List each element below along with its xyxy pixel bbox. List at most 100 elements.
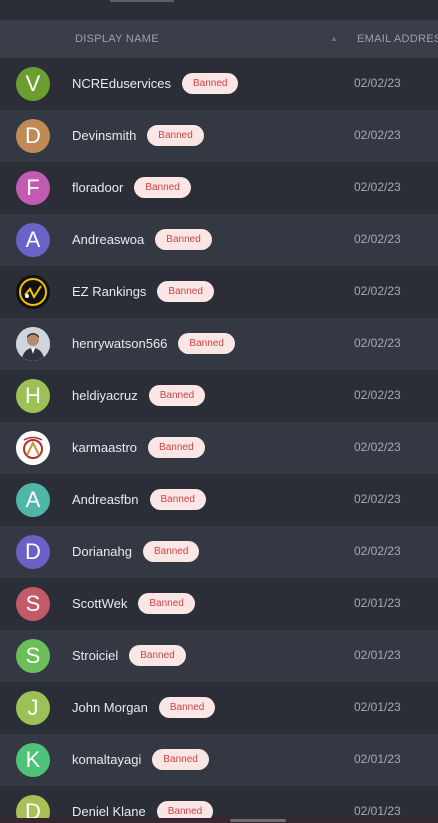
date-cell: 02/02/23 (354, 284, 401, 298)
display-name[interactable]: Andreasfbn (72, 492, 139, 507)
table-row[interactable]: henrywatson566 Banned 02/02/23 (0, 318, 438, 370)
horizontal-scrollbar[interactable] (0, 818, 438, 823)
name-cell: Stroiciel Banned (72, 645, 186, 666)
status-badge: Banned (149, 489, 206, 510)
ez-rankings-logo-icon (16, 275, 50, 309)
date-cell: 02/02/23 (354, 232, 401, 246)
name-cell: Devinsmith Banned (72, 125, 204, 146)
astrology-logo-icon (16, 431, 50, 465)
status-badge: Banned (129, 645, 186, 666)
status-badge: Banned (157, 281, 214, 302)
display-name[interactable]: John Morgan (72, 700, 148, 715)
status-badge: Banned (155, 229, 212, 250)
name-cell: Andreaswoa Banned (72, 229, 212, 250)
table-row[interactable]: EZ Rankings Banned 02/02/23 (0, 266, 438, 318)
avatar: A (16, 223, 50, 257)
avatar: V (16, 67, 50, 101)
name-cell: John Morgan Banned (72, 697, 216, 718)
avatar-initial: H (25, 383, 41, 408)
display-name[interactable]: heldiyacruz (72, 388, 138, 403)
avatar: S (16, 639, 50, 673)
display-name[interactable]: Devinsmith (72, 128, 136, 143)
display-name[interactable]: Dorianahg (72, 544, 132, 559)
display-name[interactable]: NCREduservices (72, 76, 171, 91)
name-cell: NCREduservices Banned (72, 73, 239, 94)
table-row[interactable]: Ffloradoor Banned 02/02/23 (0, 162, 438, 214)
status-badge: Banned (158, 697, 216, 718)
date-cell: 02/02/23 (354, 440, 401, 454)
name-cell: henrywatson566 Banned (72, 333, 235, 354)
name-cell: komaltayagi Banned (72, 749, 209, 770)
table-row[interactable]: A Andreasfbn Banned 02/02/23 (0, 474, 438, 526)
table-row[interactable]: S ScottWek Banned 02/01/23 (0, 578, 438, 630)
table-row[interactable]: Hheldiyacruz Banned 02/02/23 (0, 370, 438, 422)
avatar-initial: A (25, 487, 41, 512)
avatar-initial: K (25, 747, 41, 772)
display-name[interactable]: Stroiciel (72, 648, 118, 663)
avatar: S (16, 587, 50, 621)
date-cell: 02/02/23 (354, 180, 401, 194)
table-body: V NCREduservices Banned 02/02/23 D Devinsmith… (0, 58, 438, 823)
table-row[interactable]: D Devinsmith Banned 02/02/23 (0, 110, 438, 162)
avatar-initial: A (25, 227, 41, 252)
avatar: J (16, 691, 50, 725)
name-cell: heldiyacruz Banned (72, 385, 206, 406)
top-strip (0, 0, 438, 20)
name-cell: floradoor Banned (72, 177, 191, 198)
sort-up-icon[interactable]: ▲ (330, 34, 338, 43)
scrollbar-thumb[interactable] (230, 819, 286, 822)
display-name[interactable]: karmaastro (72, 440, 137, 455)
name-cell: Dorianahg Banned (72, 541, 200, 562)
column-header-email-address[interactable]: EMAIL ADDRES (357, 33, 438, 45)
avatar: D (16, 535, 50, 569)
status-badge: Banned (138, 593, 195, 614)
status-badge: Banned (134, 177, 191, 198)
table-row[interactable]: S Stroiciel Banned 02/01/23 (0, 630, 438, 682)
column-header-display-name[interactable]: DISPLAY NAME (75, 33, 159, 45)
status-badge: Banned (143, 541, 200, 562)
display-name[interactable]: floradoor (72, 180, 123, 195)
status-badge: Banned (178, 333, 235, 354)
avatar: K (16, 743, 50, 777)
name-cell: karmaastro Banned (72, 437, 205, 458)
table-row[interactable]: D Dorianahg Banned 02/02/23 (0, 526, 438, 578)
display-name[interactable]: komaltayagi (72, 752, 141, 767)
users-table-panel: DISPLAY NAME ▲ EMAIL ADDRES V NCREduservi… (0, 0, 438, 823)
status-badge: Banned (152, 749, 209, 770)
date-cell: 02/01/23 (354, 648, 401, 662)
avatar-initial: S (25, 591, 41, 616)
avatar: D (16, 119, 50, 153)
display-name[interactable]: Deniel Klane (72, 804, 146, 819)
date-cell: 02/01/23 (354, 804, 401, 818)
date-cell: 02/02/23 (354, 128, 401, 142)
date-cell: 02/02/23 (354, 492, 401, 506)
user-photo-avatar (16, 327, 50, 361)
name-cell: EZ Rankings Banned (72, 281, 214, 302)
display-name[interactable]: EZ Rankings (72, 284, 146, 299)
date-cell: 02/02/23 (354, 336, 401, 350)
table-header: DISPLAY NAME ▲ EMAIL ADDRES (0, 20, 438, 58)
table-row[interactable]: Kkomaltayagi Banned 02/01/23 (0, 734, 438, 786)
avatar: H (16, 379, 50, 413)
display-name[interactable]: henrywatson566 (72, 336, 167, 351)
table-row[interactable]: karmaastro Banned 02/02/23 (0, 422, 438, 474)
avatar: A (16, 483, 50, 517)
table-row[interactable]: J John Morgan Banned 02/01/23 (0, 682, 438, 734)
avatar-initial: D (25, 539, 41, 564)
avatar-initial: S (25, 643, 41, 668)
date-cell: 02/02/23 (354, 544, 401, 558)
table-row[interactable]: A Andreaswoa Banned 02/02/23 (0, 214, 438, 266)
display-name[interactable]: ScottWek (72, 596, 127, 611)
date-cell: 02/01/23 (354, 700, 401, 714)
avatar-initial: D (25, 123, 41, 148)
date-cell: 02/02/23 (354, 388, 401, 402)
table-row[interactable]: V NCREduservices Banned 02/02/23 (0, 58, 438, 110)
name-cell: ScottWek Banned (72, 593, 195, 614)
status-badge: Banned (147, 125, 204, 146)
display-name[interactable]: Andreaswoa (72, 232, 144, 247)
status-badge: Banned (148, 437, 205, 458)
name-cell: Andreasfbn Banned (72, 489, 206, 510)
avatar-initial: J (27, 695, 39, 720)
avatar-initial: V (25, 71, 41, 96)
date-cell: 02/01/23 (354, 752, 401, 766)
